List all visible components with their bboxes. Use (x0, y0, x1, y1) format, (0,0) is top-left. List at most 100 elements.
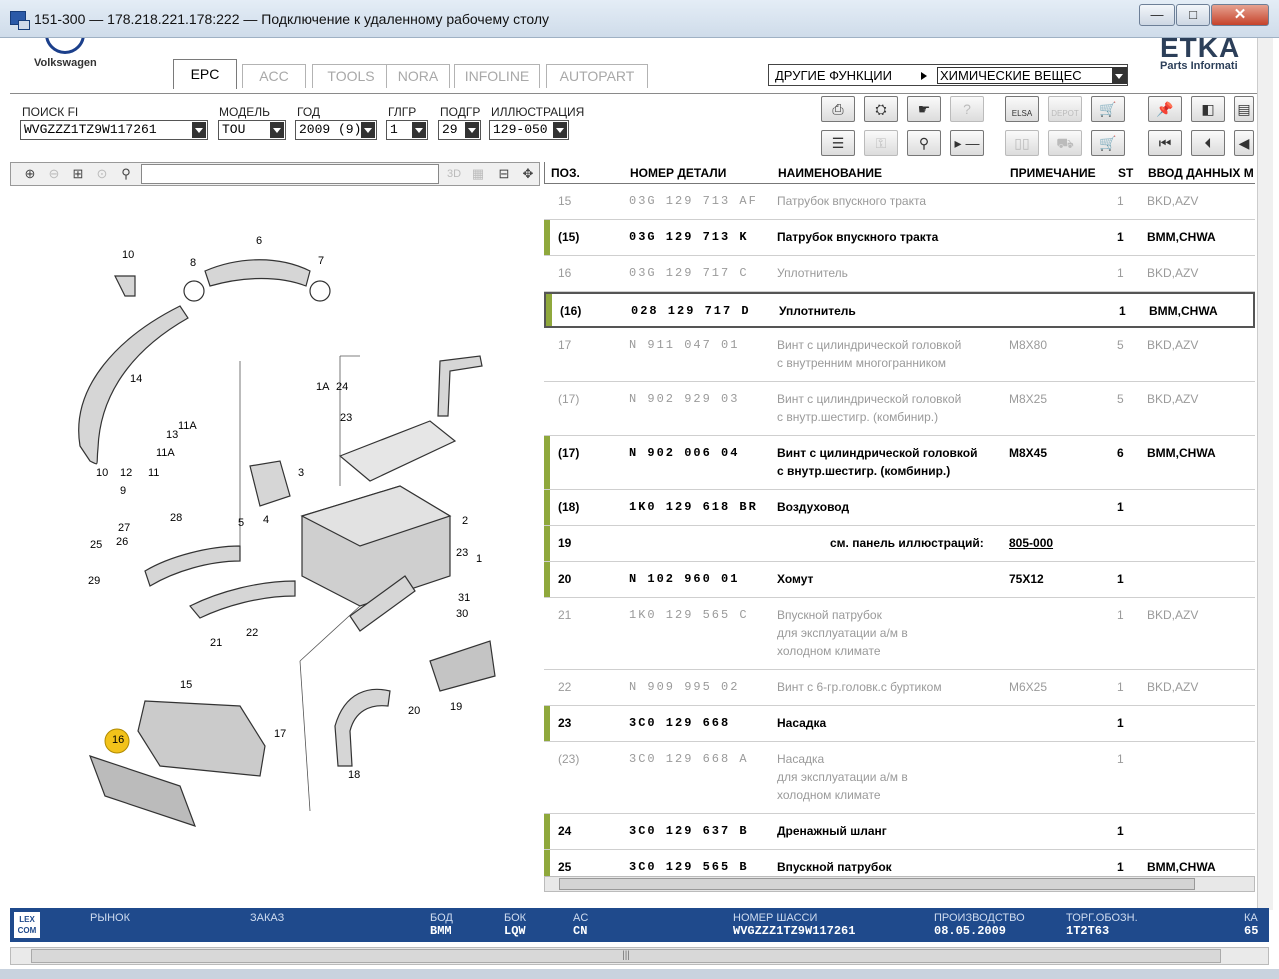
parts-horizontal-scrollbar[interactable] (544, 876, 1255, 892)
page-back-icon[interactable]: ◧ (1191, 96, 1225, 122)
zoom-in-icon[interactable]: ⊕ (19, 164, 41, 184)
callout-label[interactable]: 3 (298, 467, 304, 479)
layout-icon[interactable]: ⊟ (493, 164, 515, 184)
previous-page-icon[interactable]: ⏴ (1191, 130, 1225, 156)
illustration-search-input[interactable] (141, 164, 439, 184)
callout-label[interactable]: 9 (120, 485, 126, 497)
table-row[interactable]: 21 1K0 129 565 C Впускной патрубок для экс… (544, 598, 1255, 670)
callout-label[interactable]: 31 (458, 592, 470, 604)
callout-label[interactable]: 21 (210, 637, 222, 649)
table-row[interactable]: (15) 03G 129 713 K Патрубок впускного трак… (544, 220, 1255, 256)
chevron-down-icon[interactable] (465, 122, 479, 138)
play-minus-icon[interactable]: ▸ — (950, 130, 984, 156)
table-row[interactable]: (18) 1K0 129 618 BR Воздуховод 1 (544, 490, 1255, 526)
illustration-select[interactable]: 129-050 (489, 120, 569, 140)
callout-label[interactable]: 2 (462, 515, 468, 527)
table-row[interactable]: 23 3C0 129 668 Насадка 1 (544, 706, 1255, 742)
table-row[interactable]: 19 см. панель иллюстраций: 805-000 (544, 526, 1255, 562)
callout-label[interactable]: 27 (118, 522, 130, 534)
callout-label[interactable]: 23 (340, 412, 352, 424)
tab-infoline[interactable]: INFOLINE (454, 64, 540, 88)
callout-label[interactable]: 10 (96, 467, 108, 479)
callout-label[interactable]: 25 (90, 539, 102, 551)
callout-label[interactable]: 7 (318, 255, 324, 267)
chevron-down-icon[interactable] (553, 122, 567, 138)
table-row[interactable]: (23) 3C0 129 668 A Насадка для эксплуатаци… (544, 742, 1255, 814)
callout-label[interactable]: 1A (316, 381, 330, 393)
other-functions[interactable]: ДРУГИЕ ФУНКЦИИ ХИМИЧЕСКИЕ ВЕЩЕС (768, 64, 1128, 86)
window-vertical-scrollbar[interactable] (1257, 38, 1273, 910)
callout-label[interactable]: 13 (166, 429, 178, 441)
callout-label[interactable]: 12 (120, 467, 132, 479)
col-input-data[interactable]: ВВОД ДАННЫХ М (1148, 166, 1254, 180)
move-icon[interactable]: ✥ (517, 164, 539, 184)
callout-label[interactable]: 23 (456, 547, 468, 559)
callout-label[interactable]: 18 (348, 769, 360, 781)
callout-label[interactable]: 20 (408, 705, 420, 717)
callout-label[interactable]: 11A (178, 420, 197, 432)
model-select[interactable]: TOU (218, 120, 286, 140)
callout-label[interactable]: 6 (256, 235, 262, 247)
other-functions-select[interactable]: ХИМИЧЕСКИЕ ВЕЩЕС (937, 67, 1127, 84)
callout-label[interactable]: 1 (476, 553, 482, 565)
table-row[interactable]: (17) N 902 006 04 Винт с цилиндрической го… (544, 436, 1255, 490)
tab-acc[interactable]: ACC (242, 64, 306, 88)
table-row[interactable]: 17 N 911 047 01 Винт с цилиндрической голо… (544, 328, 1255, 382)
chevron-down-icon[interactable] (361, 122, 375, 138)
close-button[interactable]: ✕ (1211, 4, 1269, 26)
cell-note-link[interactable]: 805-000 (1009, 534, 1053, 552)
callout-label[interactable]: 30 (456, 608, 468, 620)
callout-label[interactable]: 26 (116, 536, 128, 548)
callout-label[interactable]: 15 (180, 679, 192, 691)
chevron-down-icon[interactable] (270, 122, 284, 138)
callout-label[interactable]: 8 (190, 257, 196, 269)
callout-label[interactable]: 11 (148, 467, 159, 479)
table-row[interactable]: 24 3C0 129 637 B Дренажный шланг 1 (544, 814, 1255, 850)
col-part-number[interactable]: НОМЕР ДЕТАЛИ (630, 166, 726, 180)
tab-tools[interactable]: TOOLS (312, 64, 390, 88)
zoom-fit-icon[interactable]: ⊞ (67, 164, 89, 184)
first-page-icon[interactable]: ⏮ (1148, 130, 1182, 156)
page-icon[interactable]: ▤ (1234, 96, 1254, 122)
bicycle-icon[interactable]: ⚲ (907, 130, 941, 156)
col-note[interactable]: ПРИМЕЧАНИЕ (1010, 166, 1096, 180)
chevron-down-icon[interactable] (412, 122, 426, 138)
callout-label[interactable]: 16 (112, 734, 124, 746)
minimize-button[interactable]: — (1139, 4, 1175, 26)
callout-label[interactable]: 22 (246, 627, 258, 639)
table-row[interactable]: 22 N 909 995 02 Винт с 6-гр.головк.с бурти… (544, 670, 1255, 706)
year-select[interactable]: 2009 (9) (295, 120, 377, 140)
print-icon[interactable]: ⎙ (821, 96, 855, 122)
pin-icon[interactable]: 📌 (1148, 96, 1182, 122)
table-row[interactable]: 16 03G 129 717 C Уплотнитель 1 BKD,AZV (544, 256, 1255, 292)
col-st[interactable]: ST (1118, 166, 1133, 180)
chevron-down-icon[interactable] (192, 122, 206, 138)
tab-autopart[interactable]: AUTOPART (546, 64, 648, 88)
parts-illustration[interactable]: 10 8 6 7 14 1A 24 23 12 13 11A 11A 9 11 10 3 5 4 2 23 1 28 27 2… (10, 186, 540, 906)
parts-catalog-icon[interactable]: ⛭ (864, 96, 898, 122)
table-row[interactable]: (16) 028 129 717 D Уплотнитель 1 BMM,CHWA (544, 292, 1255, 328)
callout-label[interactable]: 19 (450, 701, 462, 713)
callout-label[interactable]: 29 (88, 575, 100, 587)
col-name[interactable]: НАИМЕНОВАНИЕ (778, 166, 882, 180)
tab-epc[interactable]: EPC (173, 59, 237, 89)
search-icon[interactable]: ⚲ (115, 164, 137, 184)
bottom-horizontal-scrollbar[interactable]: ||| (10, 947, 1269, 965)
callout-label[interactable]: 17 (274, 728, 286, 740)
scrollbar-thumb[interactable] (559, 878, 1195, 890)
elsa-button[interactable]: ELSA (1005, 96, 1039, 122)
previous-icon[interactable]: ◀ (1234, 130, 1254, 156)
callout-label[interactable]: 10 (122, 249, 134, 261)
scrollbar-thumb[interactable]: ||| (31, 949, 1221, 963)
search-fi-field[interactable]: WVGZZZ1TZ9W117261 (20, 120, 208, 140)
callout-label[interactable]: 5 (238, 517, 244, 529)
callout-label[interactable]: 24 (336, 381, 348, 393)
subgroup-select[interactable]: 29 (438, 120, 481, 140)
cart-icon[interactable]: 🛒 (1091, 130, 1125, 156)
col-pos[interactable]: ПОЗ. (551, 166, 580, 180)
handshake-icon[interactable]: ☛ (907, 96, 941, 122)
list-icon[interactable]: ☰ (821, 130, 855, 156)
table-row[interactable]: (17) N 902 929 03 Винт с цилиндрической го… (544, 382, 1255, 436)
callout-label[interactable]: 14 (130, 373, 142, 385)
tab-nora[interactable]: NORA (386, 64, 450, 88)
